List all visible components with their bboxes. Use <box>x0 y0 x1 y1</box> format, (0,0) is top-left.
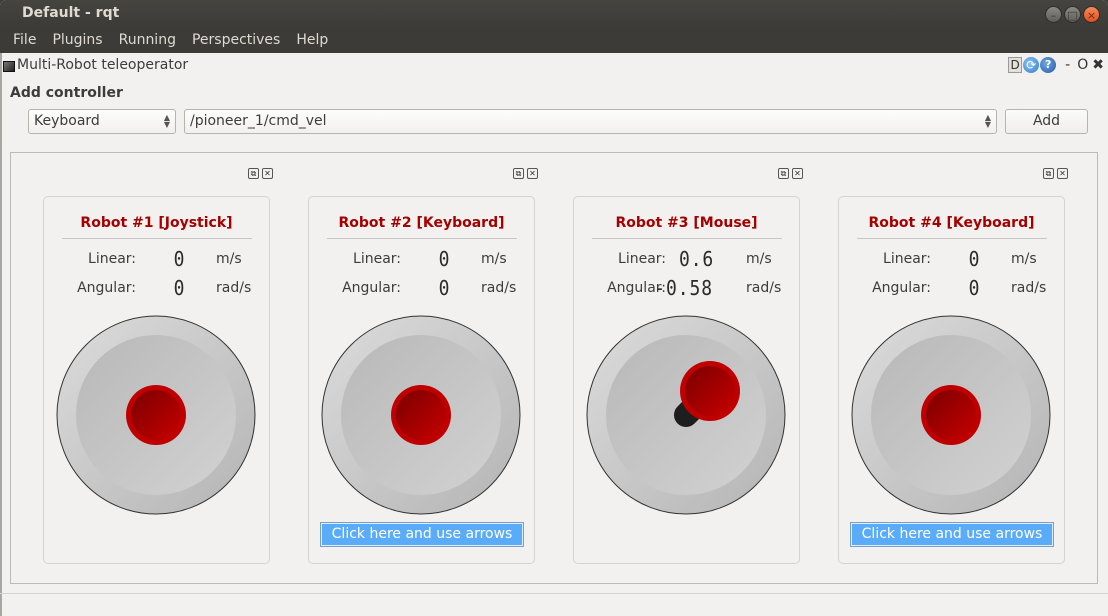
undock-icon[interactable]: ⧉ <box>248 168 259 179</box>
topic-select[interactable]: /pioneer_1/cmd_vel ▲ ▼ <box>184 109 997 134</box>
divider <box>327 238 517 239</box>
close-dock-icon[interactable]: ✕ <box>792 168 803 179</box>
minimize-button[interactable]: – <box>1045 6 1062 23</box>
rqt-window: Default - rqt – □ × File Plugins Running… <box>0 0 1108 616</box>
plugin-title: Multi-Robot teleoperator <box>17 57 189 73</box>
minimize-plugin-icon[interactable]: - <box>1057 57 1073 73</box>
linear-label: Linear: <box>353 251 401 267</box>
robot-card: Robot #2 [Keyboard] Linear: 0 m/s Angular:… <box>308 196 535 564</box>
menu-bar: File Plugins Running Perspectives Help <box>0 28 1108 53</box>
joystick[interactable] <box>851 315 1051 515</box>
robot-name: Robot #3 [Mouse] <box>615 215 758 231</box>
linear-value: 0.6 <box>678 247 715 271</box>
joystick-knob-top <box>685 366 735 416</box>
angular-value: 0 <box>968 276 981 300</box>
close-button[interactable]: × <box>1083 6 1100 23</box>
frame-border <box>0 53 2 616</box>
debug-icon[interactable]: D <box>1008 57 1023 73</box>
close-dock-icon[interactable]: ✕ <box>262 168 273 179</box>
joystick[interactable] <box>586 315 786 515</box>
angular-unit: rad/s <box>746 280 782 296</box>
window-title: Default - rqt <box>22 5 120 21</box>
controller-type-value: Keyboard <box>34 113 100 129</box>
close-dock-icon[interactable]: ✕ <box>527 168 538 179</box>
maximize-button[interactable]: □ <box>1064 6 1081 23</box>
linear-value: 0 <box>968 247 981 271</box>
linear-unit: m/s <box>746 251 772 267</box>
angular-value: 0 <box>173 276 186 300</box>
keyboard-focus-button[interactable]: Click here and use arrows <box>320 522 524 547</box>
linear-value: 0 <box>173 247 186 271</box>
spinner-arrows-icon: ▲ ▼ <box>163 113 170 129</box>
linear-label: Linear: <box>883 251 931 267</box>
robot-name: Robot #2 [Keyboard] <box>338 215 505 231</box>
plugin-icon <box>3 61 15 72</box>
joystick[interactable] <box>321 315 521 515</box>
close-dock-icon[interactable]: ✕ <box>1057 168 1068 179</box>
undock-icon[interactable]: ⧉ <box>778 168 789 179</box>
angular-unit: rad/s <box>216 280 252 296</box>
add-button[interactable]: Add <box>1005 109 1088 134</box>
linear-value: 0 <box>438 247 451 271</box>
controller-type-select[interactable]: Keyboard ▲ ▼ <box>28 109 176 134</box>
angular-unit: rad/s <box>481 280 517 296</box>
menu-perspectives[interactable]: Perspectives <box>184 28 288 53</box>
close-plugin-icon[interactable]: ✖ <box>1092 57 1104 73</box>
dock-buttons: ⧉ ✕ <box>778 168 803 179</box>
robot-name: Robot #1 [Joystick] <box>80 215 233 231</box>
divider <box>857 238 1047 239</box>
joystick-knob-top <box>131 390 181 440</box>
help-icon[interactable]: ? <box>1040 57 1057 73</box>
keyboard-focus-button[interactable]: Click here and use arrows <box>850 522 1054 547</box>
robot-card: Robot #1 [Joystick] Linear: 0 m/s Angular:… <box>43 196 270 564</box>
menu-running[interactable]: Running <box>111 28 184 53</box>
add-controller-label: Add controller <box>10 85 123 101</box>
angular-unit: rad/s <box>1011 280 1047 296</box>
angular-label: Angular: <box>872 280 931 296</box>
divider <box>592 238 782 239</box>
menu-help[interactable]: Help <box>288 28 336 53</box>
dock-buttons: ⧉ ✕ <box>248 168 273 179</box>
float-plugin-icon[interactable]: O <box>1074 57 1091 73</box>
linear-label: Linear: <box>88 251 136 267</box>
dock-buttons: ⧉ ✕ <box>513 168 538 179</box>
angular-label: Angular: <box>77 280 136 296</box>
joystick-knob-top <box>396 390 446 440</box>
joystick-knob-top <box>926 390 976 440</box>
topic-value: /pioneer_1/cmd_vel <box>190 113 327 129</box>
linear-label: Linear: <box>618 251 666 267</box>
status-bar <box>0 593 1108 616</box>
linear-unit: m/s <box>216 251 242 267</box>
spinner-arrows-icon: ▲ ▼ <box>984 113 991 129</box>
robot-card: Robot #4 [Keyboard] Linear: 0 m/s Angular:… <box>838 196 1065 564</box>
joystick[interactable] <box>56 315 256 515</box>
linear-unit: m/s <box>481 251 507 267</box>
divider <box>62 238 252 239</box>
angular-value: 0 <box>438 276 451 300</box>
robot-card: Robot #3 [Mouse] Linear: 0.6 m/s Angular: -… <box>573 196 800 564</box>
angular-label: Angular: <box>342 280 401 296</box>
title-bar[interactable]: Default - rqt – □ × <box>0 0 1108 28</box>
undock-icon[interactable]: ⧉ <box>513 168 524 179</box>
reload-icon[interactable]: ⟳ <box>1023 57 1040 73</box>
menu-file[interactable]: File <box>5 28 44 53</box>
undock-icon[interactable]: ⧉ <box>1043 168 1054 179</box>
menu-plugins[interactable]: Plugins <box>44 28 110 53</box>
robot-name: Robot #4 [Keyboard] <box>868 215 1035 231</box>
angular-value: -0.58 <box>654 276 713 300</box>
dock-buttons: ⧉ ✕ <box>1043 168 1068 179</box>
linear-unit: m/s <box>1011 251 1037 267</box>
